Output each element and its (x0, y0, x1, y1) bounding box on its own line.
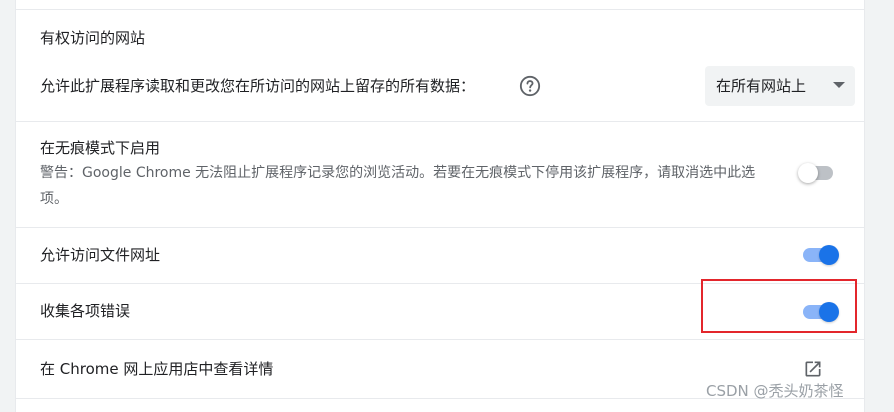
chevron-down-icon (833, 82, 845, 88)
divider (16, 339, 864, 340)
watermark: CSDN @秃头奶茶怪 (706, 382, 844, 400)
divider (16, 227, 864, 228)
incognito-warning: 警告：Google Chrome 无法阻止扩展程序记录您的浏览活动。若要在无痕模… (40, 165, 756, 207)
site-access-heading: 有权访问的网站 (40, 29, 146, 47)
site-access-description: 允许此扩展程序读取和更改您在所访问的网站上留存的所有数据： (40, 77, 476, 95)
extension-details-panel: 有权访问的网站 允许此扩展程序读取和更改您在所访问的网站上留存的所有数据： 在所… (15, 0, 865, 412)
file-urls-toggle[interactable] (802, 245, 840, 265)
toggle-knob (819, 245, 839, 265)
incognito-title: 在无痕模式下启用 (40, 139, 161, 157)
divider (16, 9, 864, 10)
site-access-select[interactable]: 在所有网站上 (705, 66, 855, 106)
help-circle-icon[interactable] (519, 75, 541, 97)
site-access-select-value: 在所有网站上 (716, 77, 807, 95)
open-in-new-icon[interactable] (803, 359, 823, 379)
incognito-toggle[interactable] (798, 163, 836, 183)
collect-errors-label: 收集各项错误 (40, 302, 131, 320)
divider (16, 121, 864, 122)
highlight-annotation-box (701, 279, 857, 333)
webstore-link-label[interactable]: 在 Chrome 网上应用店中查看详情 (40, 359, 273, 379)
file-urls-label: 允许访问文件网址 (40, 246, 161, 264)
toggle-knob (798, 163, 818, 183)
